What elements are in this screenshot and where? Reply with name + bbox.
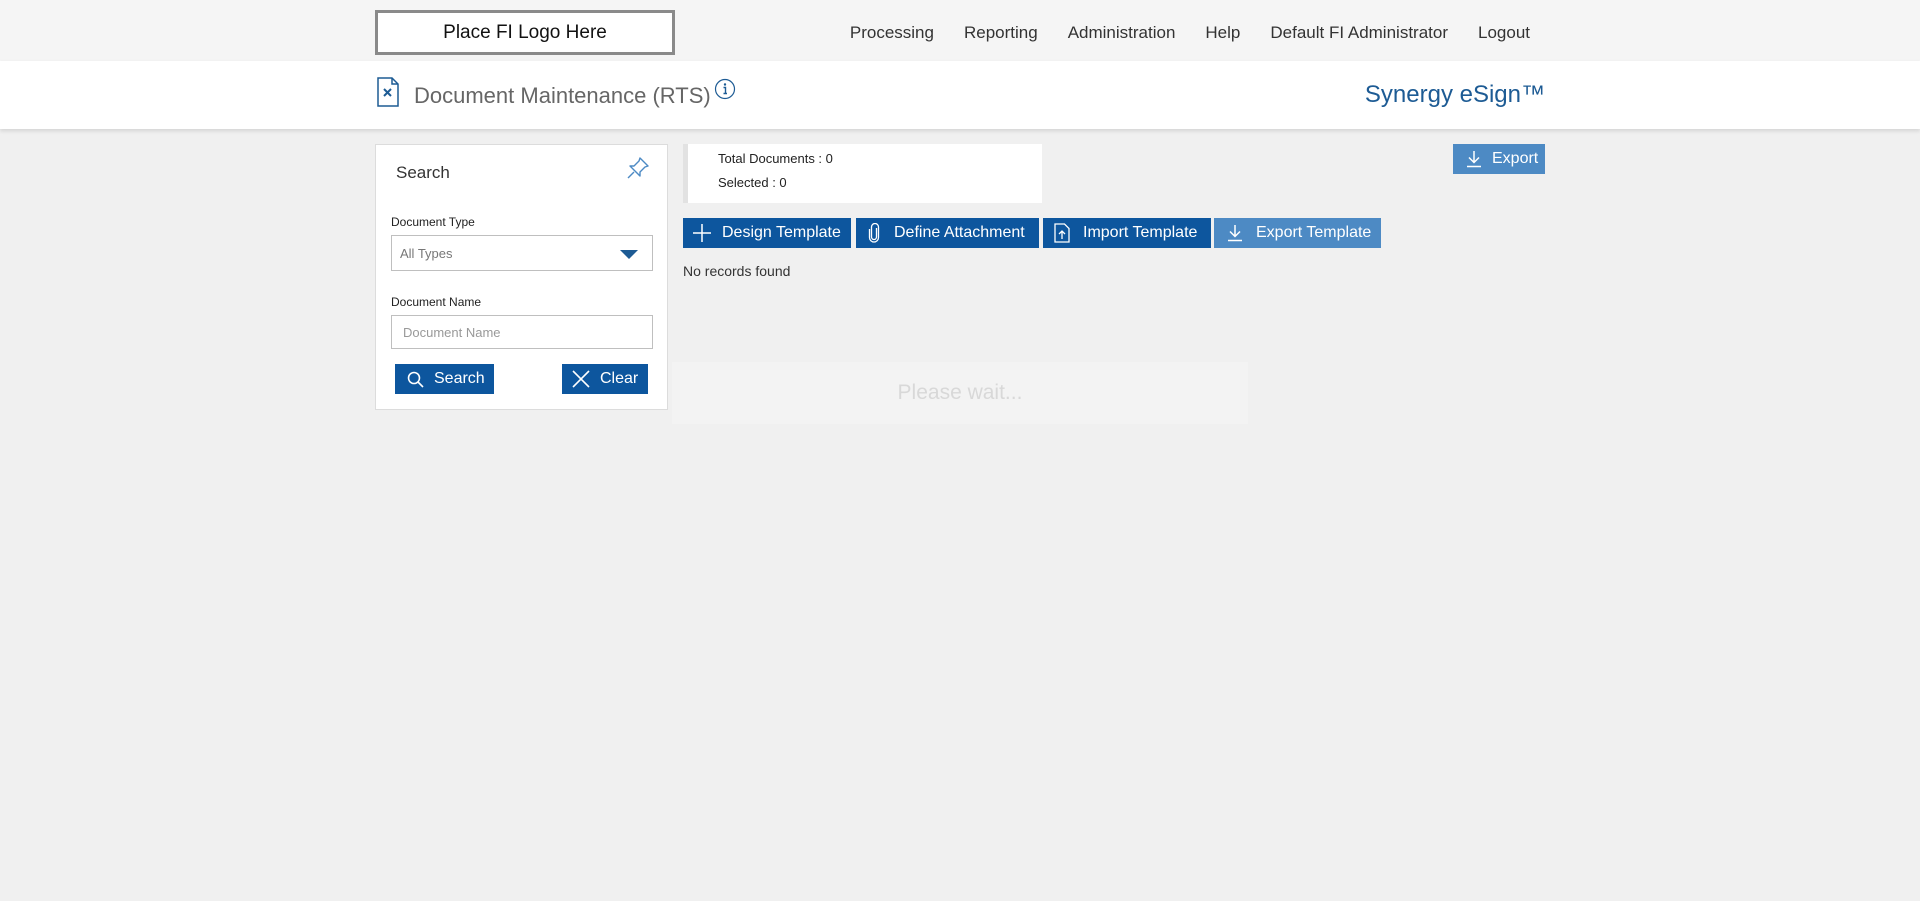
document-icon <box>377 77 399 107</box>
nav-processing[interactable]: Processing <box>850 23 934 43</box>
export-template-button[interactable]: Export Template <box>1214 218 1381 248</box>
info-icon[interactable] <box>714 78 736 100</box>
document-name-label: Document Name <box>391 295 482 309</box>
page-header: Document Maintenance (RTS) Synergy eSign… <box>0 61 1920 129</box>
selected-count: Selected : 0 <box>718 175 787 190</box>
download-icon <box>1228 225 1242 242</box>
fi-logo-placeholder: Place FI Logo Here <box>375 10 675 55</box>
nav-help[interactable]: Help <box>1205 23 1240 43</box>
search-button[interactable]: Search <box>395 364 494 394</box>
export-button-label: Export <box>1492 150 1539 167</box>
clear-button-label: Clear <box>600 370 639 387</box>
define-attachment-label: Define Attachment <box>894 224 1025 241</box>
caret-down-icon <box>620 250 638 259</box>
brand-name: Synergy eSign™ <box>1364 81 1545 108</box>
design-template-label: Design Template <box>722 224 841 241</box>
pin-icon[interactable] <box>625 155 651 181</box>
search-icon <box>407 371 424 388</box>
import-template-label: Import Template <box>1083 224 1198 241</box>
paperclip-icon <box>868 223 880 243</box>
design-template-button[interactable]: Design Template <box>683 218 851 248</box>
document-type-value: All Types <box>400 245 453 261</box>
export-template-label: Export Template <box>1256 224 1372 241</box>
document-summary: Total Documents : 0 Selected : 0 <box>683 144 1042 203</box>
main-nav: Processing Reporting Administration Help… <box>820 0 1530 66</box>
no-records-message: No records found <box>683 263 791 279</box>
loading-overlay: Please wait... <box>672 362 1248 424</box>
search-panel: Search Document Type All Types Document … <box>375 144 668 410</box>
document-name-input[interactable] <box>391 315 653 349</box>
document-type-select[interactable]: All Types <box>391 235 653 271</box>
clear-button[interactable]: Clear <box>562 364 648 394</box>
top-bar: Place FI Logo Here Processing Reporting … <box>0 0 1920 61</box>
nav-logout[interactable]: Logout <box>1478 23 1530 43</box>
export-button[interactable]: Export <box>1453 144 1545 174</box>
download-icon <box>1467 151 1481 168</box>
plus-icon <box>693 224 711 242</box>
nav-administration[interactable]: Administration <box>1068 23 1176 43</box>
page-title: Document Maintenance (RTS) <box>414 83 711 108</box>
search-panel-title: Search <box>396 163 450 182</box>
define-attachment-button[interactable]: Define Attachment <box>856 218 1039 248</box>
nav-reporting[interactable]: Reporting <box>964 23 1038 43</box>
total-documents-count: Total Documents : 0 <box>718 151 833 166</box>
upload-file-icon <box>1054 223 1070 243</box>
nav-user-menu[interactable]: Default FI Administrator <box>1270 23 1448 43</box>
close-icon <box>572 370 590 388</box>
search-button-label: Search <box>434 370 485 387</box>
import-template-button[interactable]: Import Template <box>1043 218 1211 248</box>
document-type-label: Document Type <box>391 215 475 229</box>
